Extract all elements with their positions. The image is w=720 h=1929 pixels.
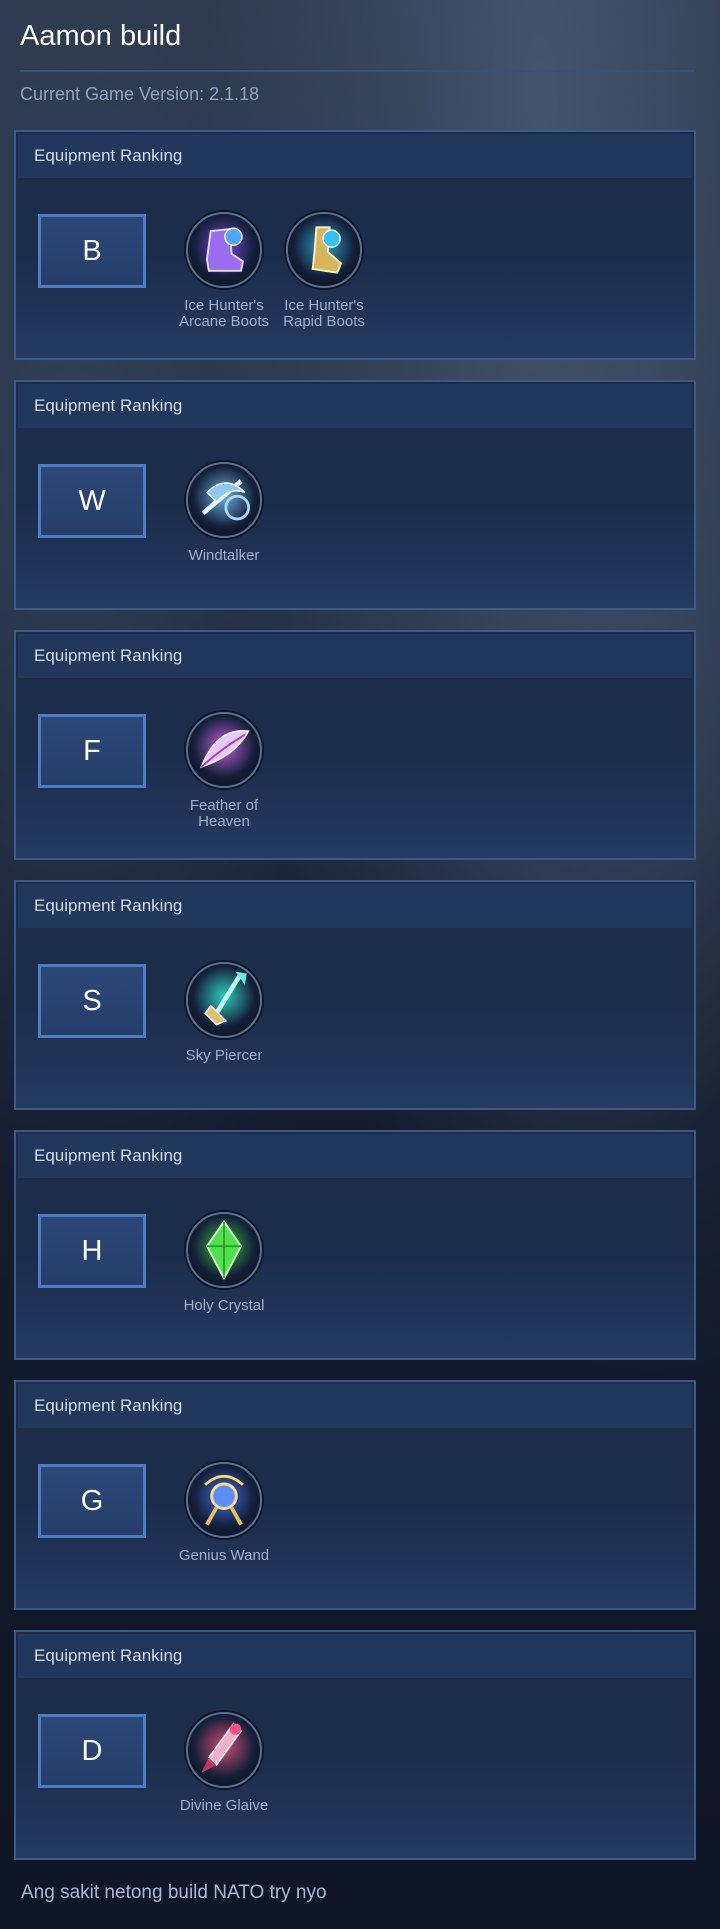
card-body: D Divine Glaive — [16, 1678, 694, 1858]
equipment-item[interactable]: Holy Crystal — [174, 1212, 274, 1314]
equipment-ranking-card: Equipment Ranking B Ice Hunter's Arcane B… — [14, 130, 696, 360]
card-body: W Windtalker — [16, 428, 694, 608]
card-body: F Feather of Heaven — [16, 678, 694, 858]
card-heading: Equipment Ranking — [18, 1134, 692, 1178]
item-list: Holy Crystal — [174, 1212, 274, 1314]
card-body: S Sky Piercer — [16, 928, 694, 1108]
item-name: Ice Hunter's Rapid Boots — [283, 297, 365, 330]
arcane-boots-icon[interactable] — [186, 212, 262, 288]
build-comment: Ang sakit netong build NATO try nyo — [21, 1882, 327, 1903]
card-heading: Equipment Ranking — [18, 384, 692, 428]
equipment-item[interactable]: Ice Hunter's Arcane Boots — [174, 212, 274, 330]
card-heading: Equipment Ranking — [18, 1634, 692, 1678]
equipment-ranking-card: Equipment Ranking G Genius Wand — [14, 1380, 696, 1610]
equipment-ranking-card: Equipment Ranking W Windtalker — [14, 380, 696, 610]
page-header: Aamon build Current Game Version: 2.1.18 — [0, 0, 720, 106]
divine-glaive-icon[interactable] — [186, 1712, 262, 1788]
equipment-item[interactable]: Ice Hunter's Rapid Boots — [274, 212, 374, 330]
item-list: Windtalker — [174, 462, 274, 564]
tier-badge: B — [38, 214, 146, 288]
equipment-item[interactable]: Windtalker — [174, 462, 274, 564]
genius-wand-icon[interactable] — [186, 1462, 262, 1538]
equipment-item[interactable]: Feather of Heaven — [174, 712, 274, 830]
card-heading: Equipment Ranking — [18, 1384, 692, 1428]
equipment-ranking-card: Equipment Ranking F Feather of Heaven — [14, 630, 696, 860]
card-body: B Ice Hunter's Arcane Boots Ice Hunter's… — [16, 178, 694, 358]
card-body: G Genius Wand — [16, 1428, 694, 1608]
item-name: Holy Crystal — [183, 1297, 265, 1314]
item-name: Genius Wand — [178, 1547, 270, 1564]
page: Aamon build Current Game Version: 2.1.18… — [0, 0, 720, 1929]
equipment-item[interactable]: Divine Glaive — [174, 1712, 274, 1814]
item-name: Windtalker — [188, 547, 260, 564]
feather-icon[interactable] — [186, 712, 262, 788]
card-heading: Equipment Ranking — [18, 134, 692, 178]
page-title: Aamon build — [20, 20, 182, 52]
item-name: Sky Piercer — [185, 1047, 263, 1064]
tier-badge: S — [38, 964, 146, 1038]
equipment-ranking-card: Equipment Ranking D Divine Glaive — [14, 1630, 696, 1860]
item-list: Divine Glaive — [174, 1712, 274, 1814]
game-version: Current Game Version: 2.1.18 — [20, 84, 260, 104]
tier-badge: F — [38, 714, 146, 788]
card-heading: Equipment Ranking — [18, 634, 692, 678]
tier-badge: G — [38, 1464, 146, 1538]
windtalker-icon[interactable] — [186, 462, 262, 538]
equipment-item[interactable]: Genius Wand — [174, 1462, 274, 1564]
card-body: H Holy Crystal — [16, 1178, 694, 1358]
equipment-ranking-card: Equipment Ranking H Holy Crystal — [14, 1130, 696, 1360]
equipment-ranking-list: Equipment Ranking B Ice Hunter's Arcane B… — [14, 130, 696, 1880]
title-divider — [20, 70, 694, 72]
item-name: Feather of Heaven — [189, 797, 259, 830]
holy-crystal-icon[interactable] — [186, 1212, 262, 1288]
rapid-boots-icon[interactable] — [286, 212, 362, 288]
card-heading: Equipment Ranking — [18, 884, 692, 928]
equipment-item[interactable]: Sky Piercer — [174, 962, 274, 1064]
item-list: Sky Piercer — [174, 962, 274, 1064]
item-name: Divine Glaive — [179, 1797, 269, 1814]
item-list: Genius Wand — [174, 1462, 274, 1564]
tier-badge: W — [38, 464, 146, 538]
item-list: Ice Hunter's Arcane Boots Ice Hunter's R… — [174, 212, 374, 330]
tier-badge: D — [38, 1714, 146, 1788]
item-name: Ice Hunter's Arcane Boots — [178, 297, 270, 330]
tier-badge: H — [38, 1214, 146, 1288]
equipment-ranking-card: Equipment Ranking S Sky Piercer — [14, 880, 696, 1110]
item-list: Feather of Heaven — [174, 712, 274, 830]
sky-piercer-icon[interactable] — [186, 962, 262, 1038]
